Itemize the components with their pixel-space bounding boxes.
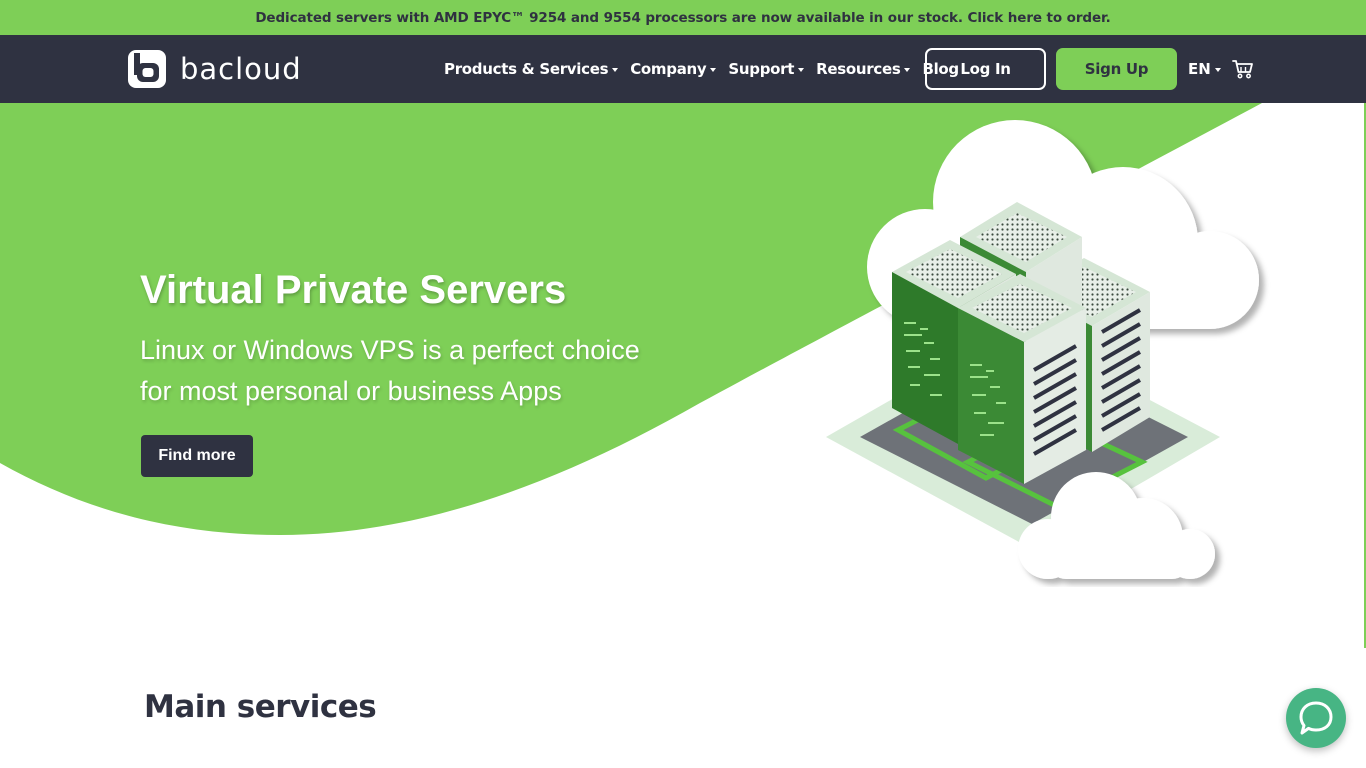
language-label: EN [1188,60,1211,78]
cart-icon[interactable] [1232,59,1254,79]
nav-company[interactable]: Company [630,60,717,78]
nav-item-label: Products & Services [444,60,609,78]
find-more-button[interactable]: Find more [141,435,253,477]
server-rack [958,274,1086,484]
language-selector[interactable]: EN [1188,35,1221,103]
caret-down-icon [904,67,911,72]
top-navbar: bacloud Products & Services Company Supp… [0,35,1366,103]
nav-support[interactable]: Support [728,60,805,78]
hero-subtitle-line: for most personal or business Apps [140,376,562,406]
brand-logo[interactable]: bacloud [128,49,302,89]
caret-down-icon [710,67,717,72]
login-button[interactable]: Log In [925,48,1046,90]
server-cloud-illustration [826,120,1259,579]
announcement-bar[interactable]: Dedicated servers with AMD EPYC™ 9254 an… [0,0,1366,35]
nav-item-label: Resources [816,60,901,78]
nav-item-label: Company [630,60,707,78]
caret-down-icon [1214,67,1221,72]
chat-launcher-button[interactable] [1286,688,1346,748]
caret-down-icon [612,67,619,72]
caret-down-icon [798,67,805,72]
logo-text: bacloud [180,52,302,86]
hero-title: Virtual Private Servers [140,268,567,312]
main-nav: Products & Services Company Support Reso… [444,35,971,103]
nav-resources[interactable]: Resources [816,60,911,78]
hero-subtitle: Linux or Windows VPS is a perfect choice… [140,330,700,412]
nav-products-services[interactable]: Products & Services [444,60,619,78]
main-services-heading: Main services [144,689,377,725]
hero-subtitle-line: Linux or Windows VPS is a perfect choice [140,335,640,365]
announcement-text[interactable]: Dedicated servers with AMD EPYC™ 9254 an… [255,10,1110,26]
nav-item-label: Support [728,60,795,78]
bacloud-logo-icon [128,50,166,88]
chat-bubble-icon [1299,701,1333,735]
signup-button[interactable]: Sign Up [1056,48,1177,90]
